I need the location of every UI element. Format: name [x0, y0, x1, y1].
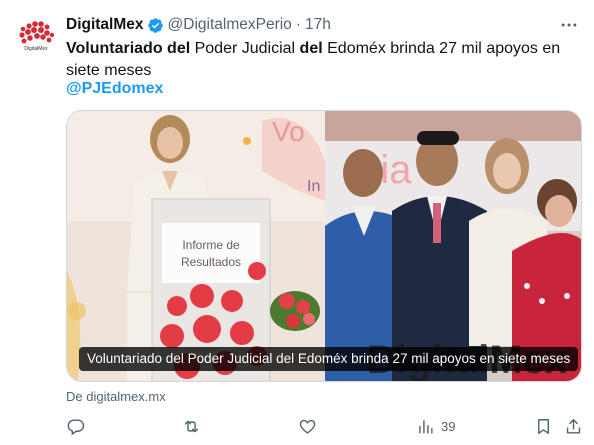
avatar-text: DigitalMex — [24, 46, 48, 52]
retweet-button[interactable] — [182, 412, 207, 440]
verified-badge-icon — [147, 17, 163, 33]
tweet-card[interactable]: DigitalMex DigitalMex @DigitalmexPerio ·… — [0, 0, 594, 445]
like-button[interactable] — [298, 412, 323, 440]
tweet-text: Voluntariado del Poder Judicial del Edom… — [66, 38, 581, 82]
news-photo: Vo In Informe de Resultados ria — [67, 111, 581, 381]
media-caption: Voluntariado del Poder Judicial del Edom… — [79, 347, 579, 371]
more-dots-icon — [561, 23, 577, 27]
author-name[interactable]: DigitalMex — [66, 14, 144, 36]
tweet-text-part-2: Poder Judicial — [190, 40, 300, 57]
tweet-text-bold-2: del — [299, 40, 323, 57]
share-icon — [566, 418, 581, 434]
svg-text:Vo: Vo — [272, 116, 305, 147]
heart-icon — [299, 419, 316, 434]
views-button[interactable]: 39 — [416, 412, 455, 440]
bookmark-icon — [538, 418, 549, 434]
digitalmex-logo-icon: DigitalMex — [14, 14, 58, 58]
separator-dot: · — [295, 16, 301, 33]
link-card-media[interactable]: Vo In Informe de Resultados ria Voluntar… — [66, 110, 582, 382]
action-bar: 39 — [60, 412, 582, 440]
source-link[interactable]: De digitalmex.mx — [66, 388, 166, 406]
tweet-timestamp[interactable]: 17h — [305, 14, 331, 36]
tweet-header: DigitalMex @DigitalmexPerio · 17h — [66, 14, 586, 36]
views-count: 39 — [441, 418, 456, 434]
podium-text: Informe de — [182, 238, 240, 252]
retweet-icon — [184, 420, 199, 432]
author-handle[interactable]: @DigitalmexPerio — [168, 14, 292, 36]
avatar[interactable]: DigitalMex — [14, 14, 58, 58]
reply-button[interactable] — [66, 412, 91, 440]
share-button[interactable] — [564, 412, 583, 440]
tweet-text-bold-1: Voluntariado del — [66, 40, 191, 57]
mention-link[interactable]: @PJEdomex — [66, 78, 163, 100]
views-chart-icon — [419, 419, 433, 434]
bookmark-button[interactable] — [534, 412, 553, 440]
more-options-button[interactable] — [558, 14, 580, 36]
svg-text:In: In — [307, 178, 320, 195]
reply-icon — [67, 418, 85, 435]
svg-text:Resultados: Resultados — [181, 255, 241, 269]
